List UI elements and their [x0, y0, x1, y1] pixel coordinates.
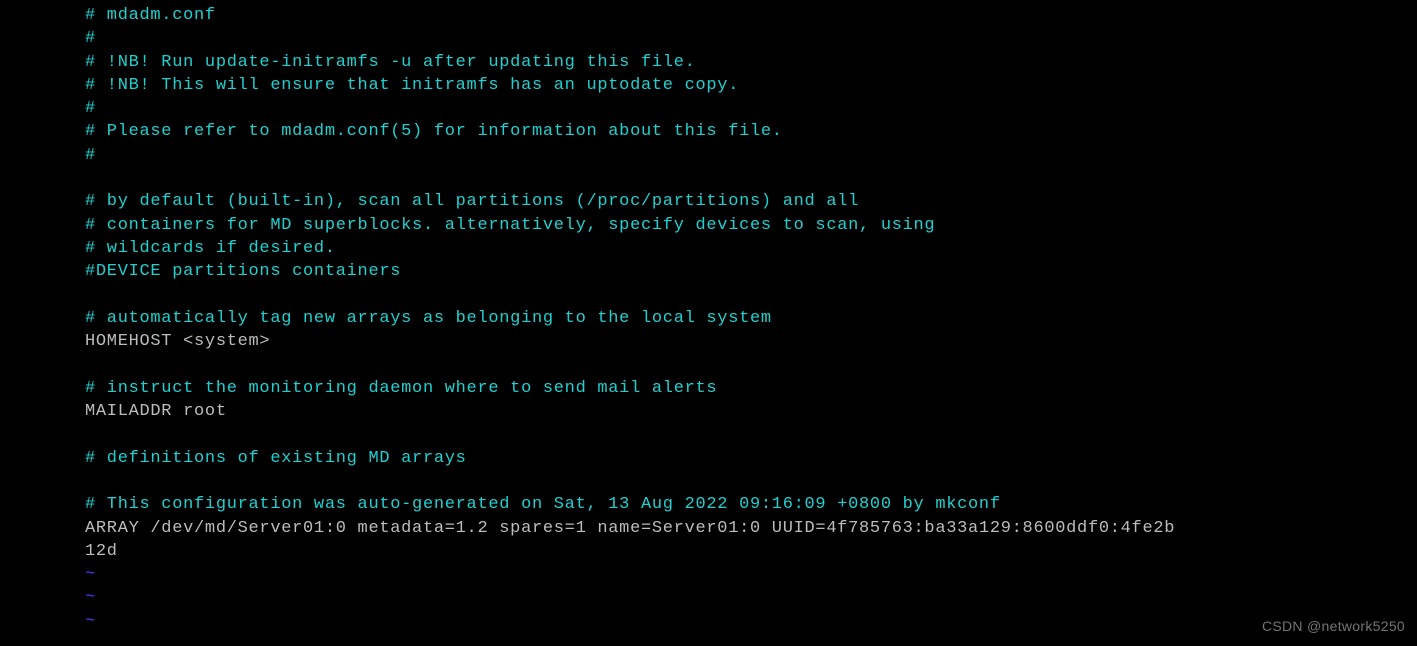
- comment-line: #: [85, 97, 1175, 120]
- comment-line: # instruct the monitoring daemon where t…: [85, 377, 1175, 400]
- empty-line-tilde: ~: [85, 610, 1175, 633]
- comment-line: # automatically tag new arrays as belong…: [85, 307, 1175, 330]
- comment-line: #: [85, 144, 1175, 167]
- comment-line: # containers for MD superblocks. alterna…: [85, 214, 1175, 237]
- comment-line: # wildcards if desired.: [85, 237, 1175, 260]
- config-line: [85, 423, 1175, 446]
- comment-line: # !NB! This will ensure that initramfs h…: [85, 74, 1175, 97]
- empty-line-tilde: ~: [85, 563, 1175, 586]
- config-line: ARRAY /dev/md/Server01:0 metadata=1.2 sp…: [85, 517, 1175, 540]
- config-line: [85, 167, 1175, 190]
- config-line: [85, 470, 1175, 493]
- comment-line: # definitions of existing MD arrays: [85, 447, 1175, 470]
- terminal-editor[interactable]: # mdadm.conf## !NB! Run update-initramfs…: [85, 4, 1175, 633]
- comment-line: # !NB! Run update-initramfs -u after upd…: [85, 51, 1175, 74]
- comment-line: # This configuration was auto-generated …: [85, 493, 1175, 516]
- config-line: [85, 284, 1175, 307]
- config-line: HOMEHOST <system>: [85, 330, 1175, 353]
- comment-line: #DEVICE partitions containers: [85, 260, 1175, 283]
- empty-line-tilde: ~: [85, 586, 1175, 609]
- comment-line: #: [85, 27, 1175, 50]
- comment-line: # mdadm.conf: [85, 4, 1175, 27]
- comment-line: # Please refer to mdadm.conf(5) for info…: [85, 120, 1175, 143]
- comment-line: # by default (built-in), scan all partit…: [85, 190, 1175, 213]
- config-line: MAILADDR root: [85, 400, 1175, 423]
- config-line: 12d: [85, 540, 1175, 563]
- config-line: [85, 353, 1175, 376]
- watermark-text: CSDN @network5250: [1262, 615, 1405, 638]
